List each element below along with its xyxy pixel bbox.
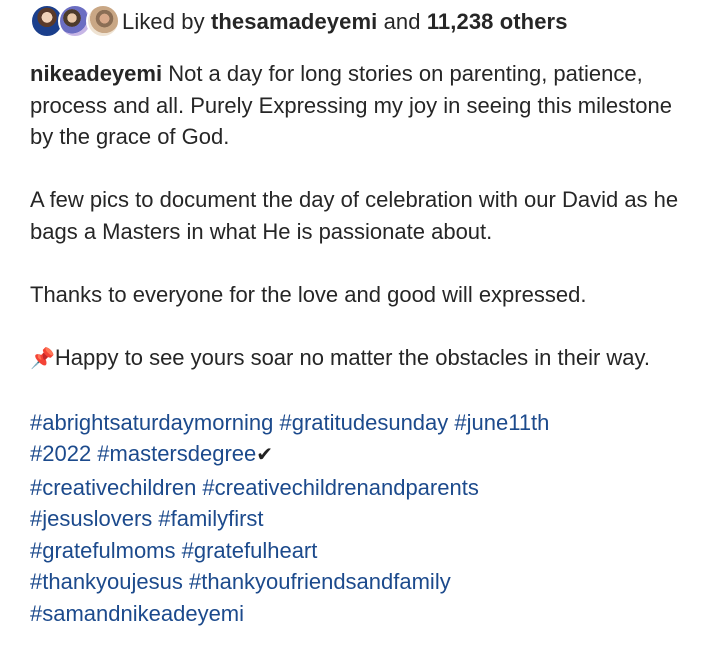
hashtag-text[interactable]: #2022 #mastersdegree <box>30 441 256 466</box>
hashtag-line[interactable]: #gratefulmoms #gratefulheart <box>30 535 700 567</box>
post-caption: nikeadeyemi Not a day for long stories o… <box>30 58 700 629</box>
liked-by-user-link[interactable]: thesamadeyemi <box>211 9 377 34</box>
caption-paragraph: Thanks to everyone for the love and good… <box>30 281 587 307</box>
caption-paragraph: A few pics to document the day of celebr… <box>30 187 679 244</box>
avatar[interactable] <box>86 4 120 38</box>
liked-by-middle: and <box>383 9 421 34</box>
hashtag-line[interactable]: #2022 #mastersdegree✔ <box>30 438 700 472</box>
liked-by-text[interactable]: Liked by thesamadeyemi and 11,238 others <box>122 9 568 35</box>
likes-count-link[interactable]: 11,238 others <box>427 9 568 34</box>
liked-by-prefix: Liked by <box>122 9 205 34</box>
checkmark-icon: ✔ <box>256 444 274 466</box>
caption-paragraph: 📌Happy to see yours soar no matter the o… <box>30 342 700 376</box>
caption-username-link[interactable]: nikeadeyemi <box>30 61 162 86</box>
hashtag-block: #abrightsaturdaymorning #gratitudesunday… <box>30 407 700 630</box>
likes-row: Liked by thesamadeyemi and 11,238 others <box>30 4 568 40</box>
hashtag-line[interactable]: #thankyoujesus #thankyoufriendsandfamily <box>30 566 700 598</box>
hashtag-line[interactable]: #abrightsaturdaymorning #gratitudesunday… <box>30 407 700 439</box>
caption-text: Happy to see yours soar no matter the ob… <box>54 344 651 370</box>
pushpin-icon: 📌 <box>30 347 55 370</box>
liker-avatars[interactable] <box>30 4 122 40</box>
caption-paragraph: nikeadeyemi Not a day for long stories o… <box>30 58 700 153</box>
hashtag-line[interactable]: #samandnikeadeyemi <box>30 598 700 630</box>
hashtag-line[interactable]: #creativechildren #creativechildrenandpa… <box>30 472 700 504</box>
hashtag-line[interactable]: #jesuslovers #familyfirst <box>30 503 700 535</box>
